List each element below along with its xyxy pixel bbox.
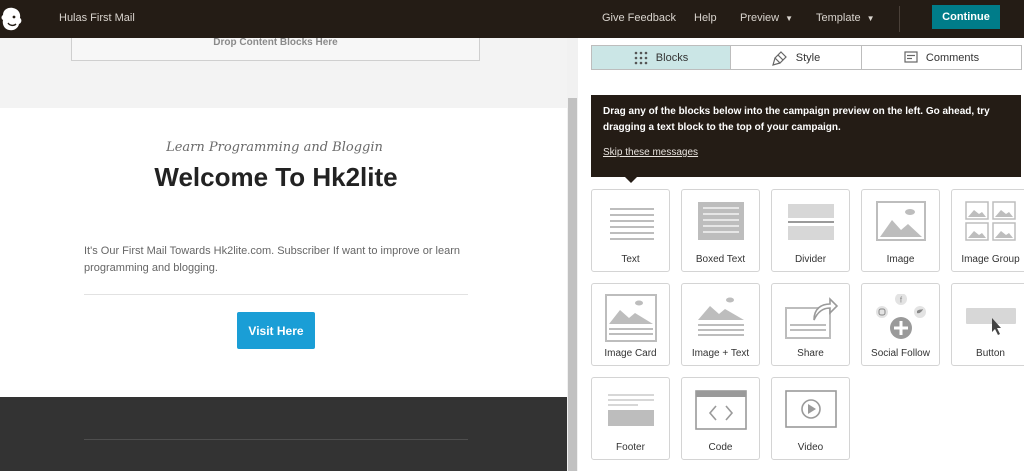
block-label: Button: [976, 348, 1005, 359]
image-group-icon: [965, 201, 1016, 241]
block-label: Image + Text: [691, 348, 750, 359]
block-text[interactable]: Text: [591, 189, 670, 272]
image-icon: [876, 201, 926, 241]
campaign-preview: Drop Content Blocks Here Learn Programmi…: [0, 38, 567, 471]
help-tooltip: Drag any of the blocks below into the ca…: [591, 95, 1021, 177]
template-menu[interactable]: Template ▼: [816, 12, 875, 24]
mailchimp-logo-icon[interactable]: [0, 5, 24, 33]
block-video[interactable]: Video: [771, 377, 850, 460]
nav-divider: [899, 6, 900, 32]
tooltip-arrow: [625, 177, 637, 183]
tooltip-message: Drag any of the blocks below into the ca…: [603, 106, 990, 133]
block-code[interactable]: Code: [681, 377, 760, 460]
skip-messages-link[interactable]: Skip these messages: [603, 145, 698, 161]
content-panel: Blocks Style Comments Drag any of the bl…: [578, 38, 1024, 471]
block-image-text[interactable]: Image + Text: [681, 283, 760, 366]
tab-blocks-label: Blocks: [655, 51, 689, 64]
paintbrush-icon: [771, 50, 788, 66]
visit-here-button[interactable]: Visit Here: [237, 312, 315, 349]
top-bar: Hulas First Mail Give Feedback Help Prev…: [0, 0, 1024, 38]
panel-tabs: Blocks Style Comments: [591, 45, 1022, 70]
chevron-down-icon: ▼: [866, 14, 875, 23]
image-text-icon: [698, 297, 744, 336]
block-label: Video: [797, 442, 824, 453]
email-subtitle: Learn Programming and Bloggin: [166, 140, 383, 155]
block-label: Social Follow: [871, 348, 930, 359]
preview-menu[interactable]: Preview ▼: [740, 12, 793, 24]
help-link[interactable]: Help: [694, 12, 717, 24]
block-label: Image: [886, 254, 915, 265]
dropzone-label: Drop Content Blocks Here: [213, 38, 338, 48]
email-footer: [0, 397, 567, 471]
boxed-text-icon: [698, 202, 744, 240]
text-block-icon: [610, 208, 654, 240]
block-label: Divider: [794, 254, 827, 265]
video-icon: [785, 390, 837, 428]
block-label: Footer: [616, 442, 645, 453]
code-icon: [695, 390, 747, 430]
block-image[interactable]: Image: [861, 189, 940, 272]
tab-style[interactable]: Style: [731, 46, 862, 69]
block-boxed-text[interactable]: Boxed Text: [681, 189, 760, 272]
divider-icon: [788, 204, 834, 240]
grid-icon: [634, 51, 648, 65]
email-headline: Welcome To Hk2lite: [154, 162, 398, 192]
block-image-group[interactable]: Image Group: [951, 189, 1024, 272]
block-image-card[interactable]: Image Card: [591, 283, 670, 366]
footer-divider: [84, 439, 468, 440]
block-label: Share: [797, 348, 824, 359]
preview-label: Preview: [740, 12, 780, 24]
block-label: Text: [621, 254, 640, 265]
preview-scrollbar-thumb[interactable]: [568, 98, 577, 471]
block-divider[interactable]: Divider: [771, 189, 850, 272]
share-icon: [785, 297, 838, 339]
tab-comments-label: Comments: [925, 51, 980, 64]
email-body-text: It's Our First Mail Towards Hk2lite.com.…: [84, 245, 461, 274]
tab-blocks[interactable]: Blocks: [592, 46, 731, 69]
block-label: Image Card: [604, 348, 657, 359]
campaign-name[interactable]: Hulas First Mail: [59, 12, 135, 24]
dropzone[interactable]: Drop Content Blocks Here: [71, 38, 480, 61]
comment-icon: [904, 50, 918, 65]
block-label: Boxed Text: [695, 254, 746, 265]
template-label: Template: [816, 12, 861, 24]
footer-icon: [608, 394, 654, 426]
block-share[interactable]: Share: [771, 283, 850, 366]
tab-style-label: Style: [795, 51, 821, 64]
block-social-follow[interactable]: f Social Follow: [861, 283, 940, 366]
button-block-icon: [966, 308, 1016, 335]
block-footer[interactable]: Footer: [591, 377, 670, 460]
social-follow-icon: f: [876, 294, 926, 339]
image-card-icon: [605, 294, 657, 342]
chevron-down-icon: ▼: [785, 14, 794, 23]
tab-comments[interactable]: Comments: [862, 46, 1021, 69]
content-divider: [84, 294, 468, 295]
block-label: Code: [708, 442, 733, 453]
block-label: Image Group: [961, 254, 1020, 265]
give-feedback-link[interactable]: Give Feedback: [602, 12, 676, 24]
block-button[interactable]: Button: [951, 283, 1024, 366]
preview-header-area: Drop Content Blocks Here: [0, 38, 567, 108]
continue-button[interactable]: Continue: [932, 5, 1000, 29]
